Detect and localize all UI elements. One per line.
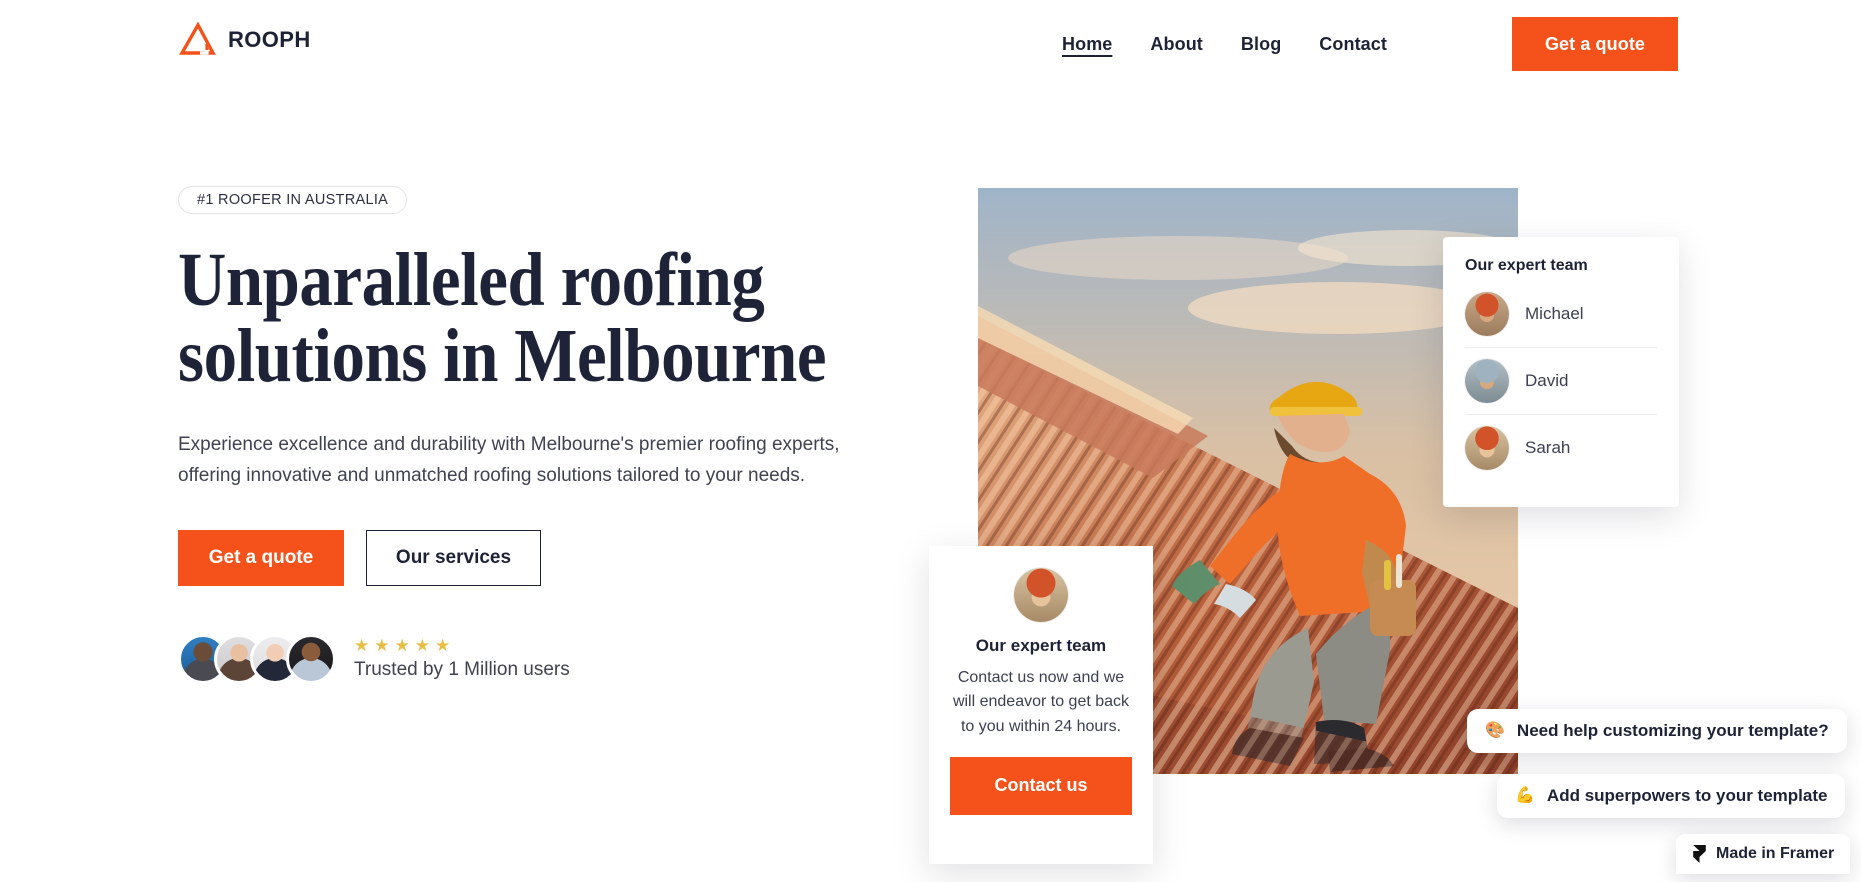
team-member-avatar <box>1465 292 1509 336</box>
page-title: Unparalleled roofing solutions in Melbou… <box>178 242 952 394</box>
triangle-logo-icon <box>179 22 216 55</box>
star-icon: ★ <box>354 635 370 655</box>
user-avatar-stack <box>178 633 336 684</box>
primary-nav: Home About Blog Contact <box>1062 34 1387 58</box>
headline-line-2: solutions in Melbourne <box>178 314 827 398</box>
star-icon: ★ <box>435 635 451 655</box>
nav-item-blog[interactable]: Blog <box>1241 34 1281 58</box>
hero-cta-row: Get a quote Our services <box>178 529 898 586</box>
team-member-row[interactable]: Michael <box>1465 281 1657 347</box>
contact-card-title: Our expert team <box>975 636 1107 655</box>
contact-avatar <box>1014 568 1068 622</box>
superpowers-chip-label: Add superpowers to your template <box>1546 786 1828 805</box>
contact-us-button[interactable]: Contact us <box>950 756 1132 815</box>
rating-block: ★ ★ ★ ★ ★ Trusted by 1 Million users <box>354 637 570 681</box>
hero-badge: #1 ROOFER IN AUSTRALIA <box>178 186 408 214</box>
team-member-avatar <box>1465 359 1509 403</box>
need-help-chip-label: Need help customizing your template? <box>1516 721 1829 740</box>
headline-line-1: Unparalleled roofing <box>178 238 765 322</box>
team-member-row[interactable]: David <box>1465 347 1657 414</box>
team-member-name: David <box>1525 371 1569 390</box>
trusted-by-label: Trusted by 1 Million users <box>354 658 570 680</box>
palette-icon: 🎨 <box>1485 722 1505 739</box>
hero-content: #1 ROOFER IN AUSTRALIA Unparalleled roof… <box>178 186 898 684</box>
team-member-name: Michael <box>1525 304 1584 323</box>
header-get-a-quote-button[interactable]: Get a quote <box>1512 17 1678 71</box>
team-member-avatar <box>1465 426 1509 470</box>
star-icon: ★ <box>394 635 410 655</box>
expert-team-card: Our expert team Michael David Sarah <box>1443 237 1679 507</box>
hero-subheading: Experience excellence and durability wit… <box>178 434 840 486</box>
nav-item-contact[interactable]: Contact <box>1319 34 1387 58</box>
superpowers-chip[interactable]: 💪 Add superpowers to your template <box>1497 774 1846 818</box>
star-icon: ★ <box>374 635 390 655</box>
need-help-chip[interactable]: 🎨 Need help customizing your template? <box>1467 709 1847 753</box>
site-header: ROOPH Home About Blog Contact Get a quot… <box>0 0 1861 84</box>
star-icon: ★ <box>414 635 430 655</box>
nav-item-home[interactable]: Home <box>1062 34 1112 58</box>
landing-page: ROOPH Home About Blog Contact Get a quot… <box>0 0 1861 882</box>
made-in-framer-badge[interactable]: Made in Framer <box>1676 834 1851 874</box>
flexed-biceps-icon: 💪 <box>1515 787 1535 804</box>
star-rating: ★ ★ ★ ★ ★ <box>354 637 570 654</box>
made-in-framer-label: Made in Framer <box>1716 845 1835 862</box>
contact-card: Our expert team Contact us now and we wi… <box>929 546 1153 864</box>
hero-get-a-quote-button[interactable]: Get a quote <box>178 529 344 586</box>
contact-card-body: Contact us now and we will endeavor to g… <box>952 669 1130 735</box>
framer-logo-icon <box>1693 845 1706 863</box>
team-member-name: Sarah <box>1525 438 1571 457</box>
expert-team-card-title: Our expert team <box>1465 257 1588 274</box>
avatar <box>286 633 336 684</box>
brand-logo[interactable]: ROOPH <box>178 22 311 58</box>
nav-item-about[interactable]: About <box>1150 34 1202 58</box>
team-member-row[interactable]: Sarah <box>1465 414 1657 481</box>
brand-name: ROOPH <box>228 27 311 52</box>
social-proof: ★ ★ ★ ★ ★ Trusted by 1 Million users <box>178 633 898 684</box>
hero-our-services-button[interactable]: Our services <box>366 529 541 586</box>
